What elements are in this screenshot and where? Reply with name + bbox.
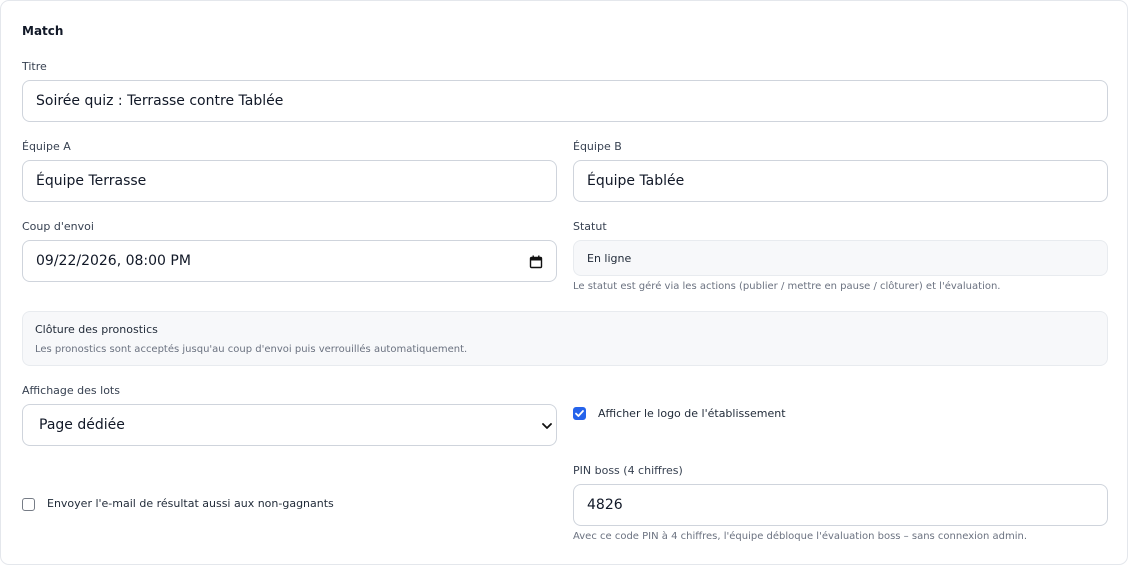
show-logo-label[interactable]: Afficher le logo de l'établissement — [598, 407, 786, 420]
prizes-display-label: Affichage des lots — [22, 384, 120, 397]
prizes-display-select[interactable]: Page dédiée — [22, 404, 557, 446]
kickoff-value: 09/22/2026, 08:00 PM — [36, 253, 191, 269]
boss-pin-hint: Avec ce code PIN à 4 chiffres, l'équipe … — [573, 531, 1028, 542]
email-losers-checkbox[interactable] — [22, 498, 35, 511]
team-b-input-value: Équipe Tablée — [587, 173, 685, 189]
section-title: Match — [22, 24, 64, 38]
prizes-display-value: Page dédiée — [39, 417, 125, 433]
match-settings-card: Match Titre Soirée quiz : Terrasse contr… — [0, 0, 1128, 565]
chevron-down-icon — [541, 420, 553, 432]
show-logo-checkbox[interactable] — [573, 407, 586, 420]
title-input[interactable]: Soirée quiz : Terrasse contre Tablée — [22, 80, 1108, 122]
calendar-icon[interactable] — [528, 254, 544, 270]
checkmark-icon — [575, 410, 584, 417]
team-a-input[interactable]: Équipe Terrasse — [22, 160, 557, 202]
status-value: En ligne — [587, 251, 632, 265]
kickoff-label: Coup d'envoi — [22, 220, 94, 233]
title-label: Titre — [22, 60, 47, 73]
prediction-close-notice: Clôture des pronostics Les pronostics so… — [22, 311, 1108, 366]
team-a-input-value: Équipe Terrasse — [36, 173, 147, 189]
team-b-label: Équipe B — [573, 140, 622, 153]
boss-pin-value: 4826 — [587, 497, 623, 513]
team-b-input[interactable]: Équipe Tablée — [573, 160, 1108, 202]
status-hint: Le statut est géré via les actions (publ… — [573, 281, 1001, 292]
email-losers-label[interactable]: Envoyer l'e-mail de résultat aussi aux n… — [47, 497, 334, 510]
boss-pin-label: PIN boss (4 chiffres) — [573, 464, 683, 477]
title-input-value: Soirée quiz : Terrasse contre Tablée — [36, 93, 284, 109]
team-a-label: Équipe A — [22, 140, 71, 153]
prediction-close-text: Les pronostics sont acceptés jusqu'au co… — [35, 344, 468, 355]
prediction-close-title: Clôture des pronostics — [35, 323, 158, 336]
kickoff-datetime-input[interactable]: 09/22/2026, 08:00 PM — [22, 240, 557, 282]
status-readonly-field: En ligne — [573, 240, 1108, 276]
boss-pin-input[interactable]: 4826 — [573, 484, 1108, 526]
status-label: Statut — [573, 220, 607, 233]
